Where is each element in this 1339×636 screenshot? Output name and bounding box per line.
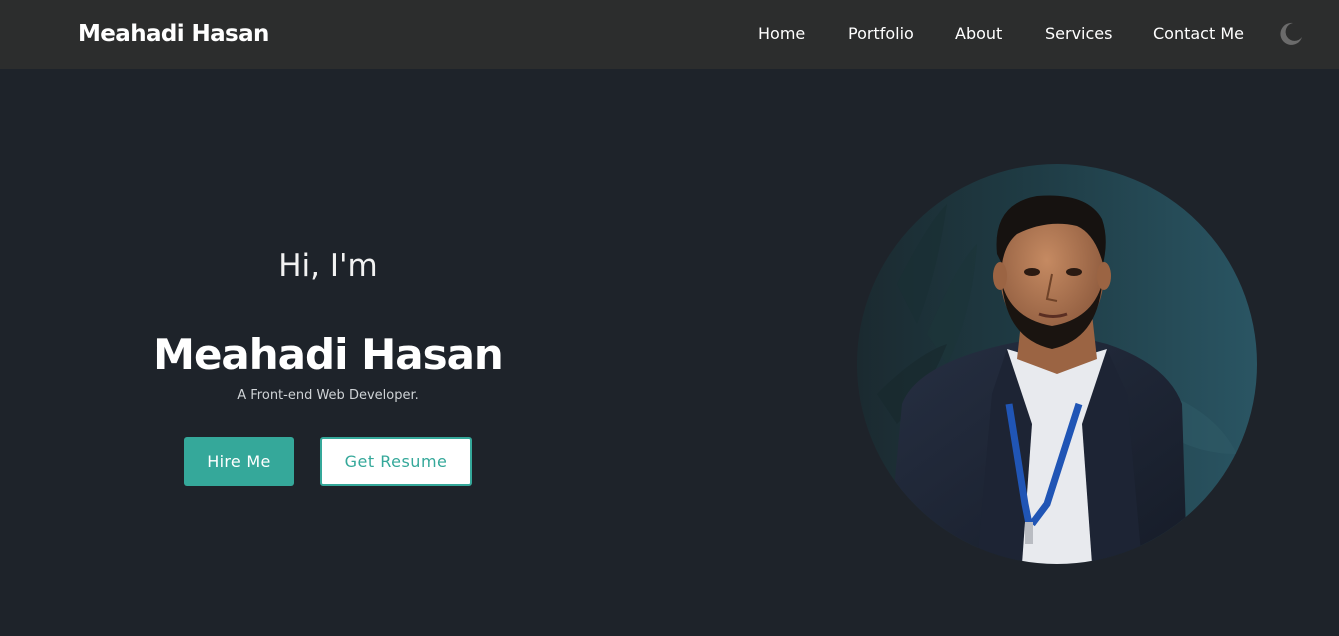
nav-about[interactable]: About	[955, 24, 1002, 44]
hero-tagline: A Front-end Web Developer.	[237, 388, 419, 403]
nav-services[interactable]: Services	[1045, 24, 1112, 44]
hire-me-button[interactable]: Hire Me	[184, 437, 294, 486]
navbar: Meahadi Hasan Home Portfolio About Servi…	[0, 0, 1339, 69]
nav-portfolio[interactable]: Portfolio	[848, 24, 914, 44]
hero-name: Meahadi Hasan	[153, 330, 504, 379]
nav-home[interactable]: Home	[758, 24, 805, 44]
hero-section: Hi, I'm Meahadi Hasan A Front-end Web De…	[0, 69, 1339, 636]
moon-icon[interactable]	[1277, 20, 1305, 48]
brand-logo[interactable]: Meahadi Hasan	[78, 19, 269, 49]
nav-contact-me[interactable]: Contact Me	[1153, 24, 1244, 44]
get-resume-button[interactable]: Get Resume	[320, 437, 472, 486]
profile-photo	[857, 164, 1257, 564]
hero-greeting: Hi, I'm	[278, 248, 378, 284]
